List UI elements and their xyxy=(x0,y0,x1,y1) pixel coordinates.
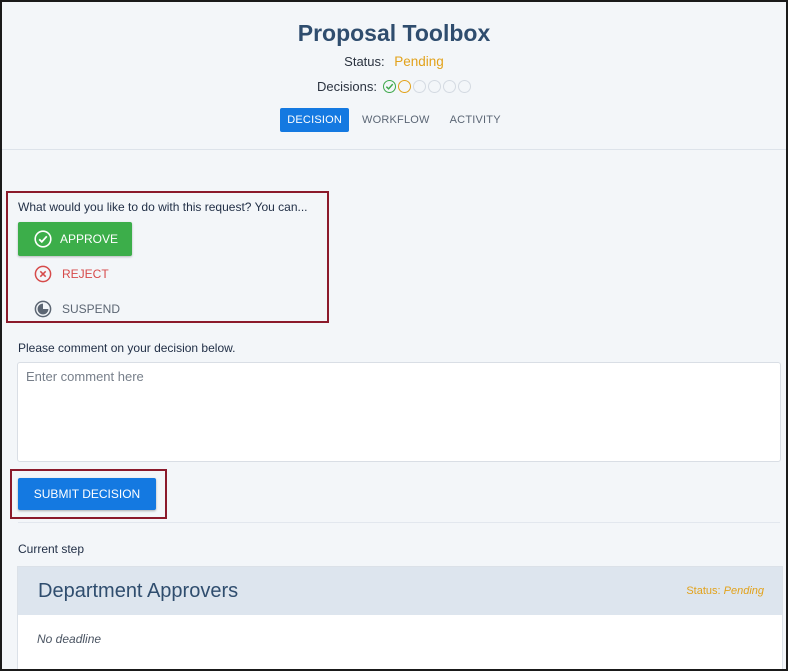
reject-button[interactable]: REJECT xyxy=(34,265,109,283)
submit-decision-button[interactable]: SUBMIT DECISION xyxy=(18,478,156,510)
status-line: Status: Pending xyxy=(2,54,786,69)
step-status-value: Pending xyxy=(723,585,764,597)
step-name: Department Approvers xyxy=(38,579,239,602)
decision-dot-empty-icon xyxy=(442,80,456,93)
decisions-line: Decisions: xyxy=(2,79,786,94)
decision-prompt: What would you like to do with this requ… xyxy=(18,200,308,214)
x-circle-icon xyxy=(34,265,52,283)
proposal-toolbox-panel: Proposal Toolbox Status: Pending Decisio… xyxy=(0,0,788,671)
reject-label: REJECT xyxy=(62,267,109,281)
decision-dot-empty-icon xyxy=(412,80,426,93)
comment-input[interactable] xyxy=(17,362,781,462)
section-divider xyxy=(18,522,780,523)
approve-button[interactable]: APPROVE xyxy=(18,222,132,256)
comment-label: Please comment on your decision below. xyxy=(18,341,236,355)
decision-progress xyxy=(382,80,471,93)
decision-dot-empty-icon xyxy=(427,80,441,93)
tab-workflow[interactable]: WORKFLOW xyxy=(355,108,437,132)
suspend-label: SUSPEND xyxy=(62,302,121,316)
status-label: Status: xyxy=(344,54,385,69)
step-status-label: Status: xyxy=(686,585,721,597)
decision-dot-approved-icon xyxy=(382,80,396,93)
check-circle-icon xyxy=(34,230,52,248)
status-value: Pending xyxy=(394,54,444,69)
current-step-card: Department Approvers Status: Pending No … xyxy=(17,566,783,669)
current-step-label: Current step xyxy=(18,542,85,556)
pause-clock-icon xyxy=(34,300,52,318)
step-header: Department Approvers Status: Pending xyxy=(18,567,782,615)
tab-activity[interactable]: ACTIVITY xyxy=(443,108,508,132)
tab-decision[interactable]: DECISION xyxy=(280,108,350,132)
decisions-label: Decisions: xyxy=(317,79,377,94)
step-status: Status: Pending xyxy=(686,585,764,597)
page-title: Proposal Toolbox xyxy=(297,20,491,46)
decision-dot-current-icon xyxy=(397,80,411,93)
tab-bar: DECISION WORKFLOW ACTIVITY xyxy=(2,108,786,132)
toolbox-header: Proposal Toolbox Status: Pending Decisio… xyxy=(2,2,786,150)
step-deadline: No deadline xyxy=(37,632,102,646)
suspend-button[interactable]: SUSPEND xyxy=(34,300,120,318)
decision-dot-empty-icon xyxy=(457,80,471,93)
approve-label: APPROVE xyxy=(60,232,119,246)
